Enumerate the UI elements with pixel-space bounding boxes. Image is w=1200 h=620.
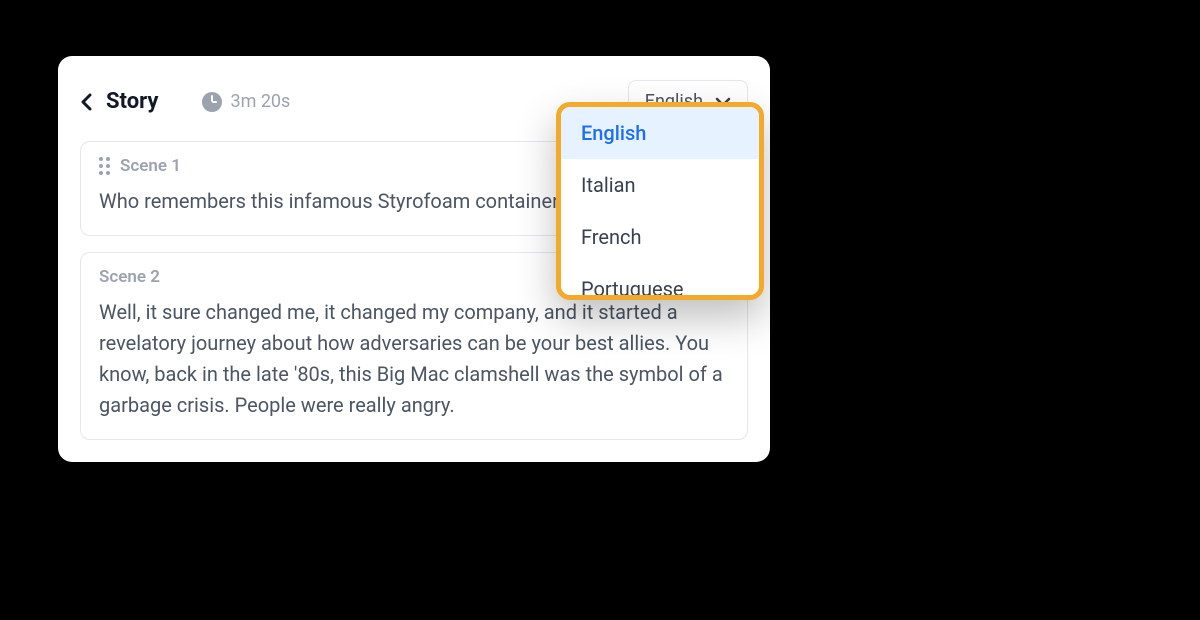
language-option-italian[interactable]: Italian	[561, 159, 759, 211]
duration-group: 3m 20s	[202, 91, 290, 112]
duration-text: 3m 20s	[230, 91, 290, 112]
language-option-english[interactable]: English	[561, 107, 759, 159]
scene-title: Scene 1	[120, 156, 181, 176]
clock-icon	[202, 92, 222, 112]
page-title: Story	[106, 89, 158, 114]
scene-title: Scene 2	[99, 267, 160, 287]
back-icon[interactable]	[80, 92, 92, 112]
language-option-portuguese[interactable]: Portuguese	[561, 263, 759, 300]
scene-text[interactable]: Well, it sure changed me, it changed my …	[99, 297, 729, 421]
drag-handle-icon[interactable]	[99, 157, 110, 175]
language-option-french[interactable]: French	[561, 211, 759, 263]
language-dropdown: English Italian French Portuguese	[556, 102, 764, 300]
